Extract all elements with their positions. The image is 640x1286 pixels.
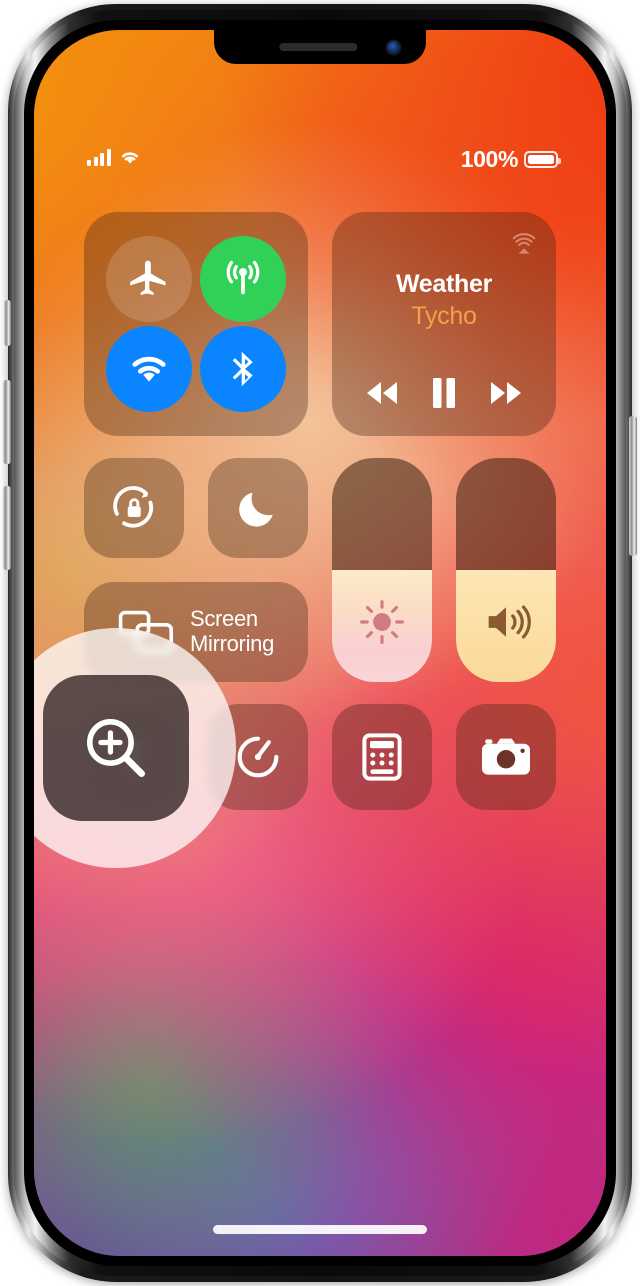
- screen-mirroring-label-line1: Screen: [189, 606, 258, 632]
- media-controls: [332, 376, 556, 410]
- rotation-lock-icon: [113, 486, 154, 528]
- screen-mirroring-label: Screen Mirroring: [190, 607, 274, 656]
- cc-toggle-subrow: [84, 458, 308, 558]
- fast-forward-icon[interactable]: [485, 379, 527, 407]
- camera-button[interactable]: [456, 704, 556, 810]
- home-indicator[interactable]: [213, 1225, 427, 1234]
- magnifier-zoom-in-icon: [87, 719, 145, 777]
- cellular-antenna-icon: [226, 260, 260, 295]
- calculator-icon: [362, 733, 402, 781]
- bluetooth-toggle[interactable]: [200, 326, 286, 412]
- cellular-data-toggle[interactable]: [200, 236, 286, 322]
- volume-slider[interactable]: [456, 458, 556, 682]
- rotation-lock-toggle[interactable]: [84, 458, 184, 558]
- status-bar: 100%: [34, 146, 606, 182]
- phone-screen: 100% Weather Tycho Screen Mirroring: [34, 30, 606, 1256]
- bluetooth-icon: [232, 351, 253, 387]
- battery-percentage: 100%: [460, 146, 519, 172]
- connectivity-module[interactable]: [84, 212, 308, 436]
- now-playing-artist: Tycho: [411, 302, 477, 330]
- status-bar-right: 100%: [460, 146, 561, 173]
- rewind-icon[interactable]: [361, 379, 403, 407]
- mute-switch-button[interactable]: [4, 300, 11, 346]
- do-not-disturb-toggle[interactable]: [208, 458, 308, 558]
- earpiece-speaker-icon: [279, 43, 358, 51]
- airplane-mode-toggle[interactable]: [106, 236, 192, 322]
- brightness-slider[interactable]: [332, 458, 432, 682]
- wifi-icon: [132, 356, 166, 382]
- timer-icon: [237, 736, 279, 778]
- brightness-slider-glyph: [332, 596, 432, 648]
- cc-sliders: [332, 458, 556, 682]
- magnifier-button[interactable]: [43, 675, 189, 821]
- moon-icon: [239, 492, 273, 527]
- status-bar-left: [87, 148, 142, 166]
- front-camera-icon: [387, 41, 400, 54]
- wifi-toggle[interactable]: [106, 326, 192, 412]
- volume-down-button[interactable]: [3, 486, 11, 570]
- camera-icon: [482, 738, 530, 775]
- airplane-icon: [130, 260, 166, 295]
- side-power-button[interactable]: [629, 416, 637, 556]
- cc-row-1: Weather Tycho: [84, 212, 556, 436]
- pause-icon[interactable]: [429, 376, 459, 410]
- airplay-audio-icon[interactable]: [509, 229, 539, 259]
- now-playing-module[interactable]: Weather Tycho: [332, 212, 556, 436]
- now-playing-title: Weather: [395, 270, 493, 298]
- wifi-icon: [121, 152, 138, 164]
- cellular-bars-icon: [87, 149, 111, 166]
- screen-mirroring-label-line2: Mirroring: [189, 631, 275, 656]
- screenshot-root: 100% Weather Tycho Screen Mirroring: [0, 0, 640, 1286]
- volume-slider-glyph: [456, 596, 556, 648]
- speaker-wave-icon: [488, 605, 531, 639]
- calculator-button[interactable]: [332, 704, 432, 810]
- battery-full-icon: [524, 151, 561, 168]
- volume-up-button[interactable]: [3, 380, 11, 464]
- brightness-sun-icon: [360, 600, 404, 644]
- notch: [214, 30, 426, 64]
